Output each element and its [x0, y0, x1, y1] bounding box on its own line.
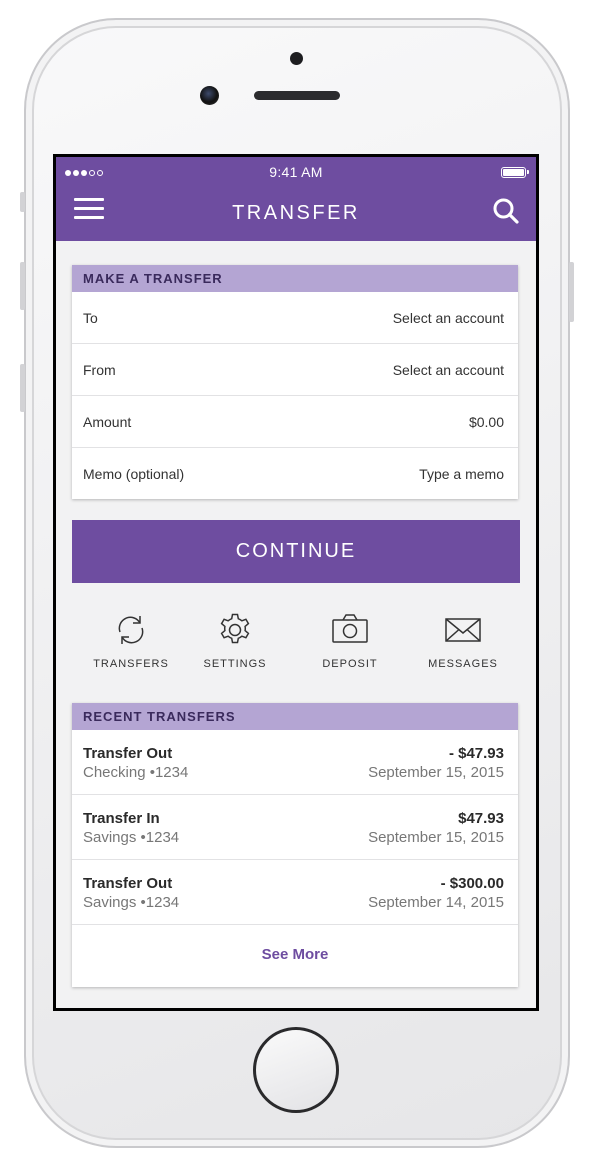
recent-transfers-heading: RECENT TRANSFERS — [72, 703, 518, 730]
transfer-account: Savings •1234 — [83, 894, 180, 911]
quick-action-label: SETTINGS — [203, 658, 267, 670]
field-label: From — [83, 361, 116, 378]
list-item[interactable]: Transfer Out Checking •1234 - $47.93 Sep… — [72, 730, 518, 795]
quick-action-settings[interactable]: SETTINGS — [180, 612, 290, 670]
app-header: 9:41 AM TRANSFER — [56, 157, 536, 241]
to-account-field[interactable]: To Select an account — [72, 292, 518, 344]
transfer-name: Transfer Out — [83, 745, 173, 762]
earpiece-speaker — [254, 91, 340, 100]
front-camera — [200, 86, 219, 105]
transfer-name: Transfer Out — [83, 875, 173, 892]
quick-action-label: DEPOSIT — [322, 658, 378, 670]
transfer-amount: $47.93 — [458, 810, 504, 827]
mute-switch — [20, 192, 25, 212]
gear-icon — [220, 613, 250, 644]
field-value: Type a memo — [419, 465, 504, 482]
home-button[interactable] — [253, 1027, 339, 1113]
field-value: Select an account — [392, 309, 504, 326]
list-item[interactable]: Transfer In Savings •1234 $47.93 Septemb… — [72, 795, 518, 860]
status-time: 9:41 AM — [269, 164, 323, 180]
transfer-amount: - $47.93 — [448, 745, 504, 762]
transfer-date: September 15, 2015 — [368, 764, 504, 781]
search-icon[interactable] — [492, 197, 520, 225]
phone-screen: 9:41 AM TRANSFER MAKE A TRANSFER To Sele… — [53, 154, 539, 1011]
refresh-icon — [118, 616, 144, 644]
quick-action-deposit[interactable]: DEPOSIT — [295, 612, 405, 670]
see-more-link[interactable]: See More — [72, 925, 518, 987]
transfer-name: Transfer In — [83, 810, 160, 827]
list-item[interactable]: Transfer Out Savings •1234 - $300.00 Sep… — [72, 860, 518, 925]
from-account-field[interactable]: From Select an account — [72, 344, 518, 396]
transfer-date: September 15, 2015 — [368, 829, 504, 846]
memo-field[interactable]: Memo (optional) Type a memo — [72, 448, 518, 499]
transfer-amount: - $300.00 — [440, 875, 504, 892]
field-value: Select an account — [392, 361, 504, 378]
proximity-sensor — [290, 52, 303, 65]
recent-transfers-card: RECENT TRANSFERS Transfer Out Checking •… — [72, 703, 518, 987]
page-title: TRANSFER — [232, 202, 360, 224]
field-value: $0.00 — [468, 413, 504, 430]
volume-down-button — [20, 364, 25, 412]
status-bar: 9:41 AM — [56, 162, 536, 182]
field-label: Memo (optional) — [83, 465, 185, 482]
volume-up-button — [20, 262, 25, 310]
quick-action-messages[interactable]: MESSAGES — [408, 612, 518, 670]
continue-button[interactable]: CONTINUE — [72, 520, 520, 583]
quick-action-label: TRANSFERS — [93, 658, 169, 670]
field-label: To — [83, 309, 98, 326]
make-transfer-heading: MAKE A TRANSFER — [72, 265, 518, 292]
quick-action-label: MESSAGES — [428, 658, 498, 670]
amount-field[interactable]: Amount $0.00 — [72, 396, 518, 448]
app-screen: 9:41 AM TRANSFER MAKE A TRANSFER To Sele… — [56, 157, 536, 1008]
power-button — [569, 262, 574, 322]
transfer-account: Savings •1234 — [83, 829, 180, 846]
transfer-date: September 14, 2015 — [368, 894, 504, 911]
camera-icon — [332, 614, 368, 643]
quick-action-transfers[interactable]: TRANSFERS — [76, 612, 186, 670]
battery-icon — [501, 167, 529, 178]
envelope-icon — [445, 618, 481, 642]
field-label: Amount — [83, 413, 132, 430]
make-transfer-card: MAKE A TRANSFER To Select an account Fro… — [72, 265, 518, 499]
transfer-account: Checking •1234 — [83, 764, 189, 781]
